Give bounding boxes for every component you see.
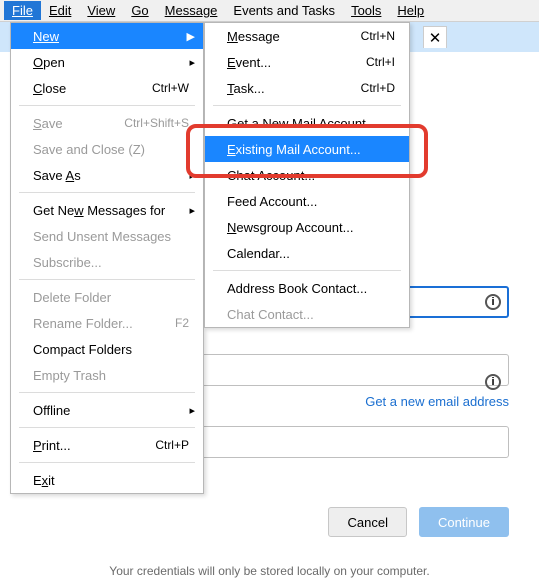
chevron-right-icon: ▸ — [189, 56, 195, 69]
file-offline[interactable]: Offline ▸ — [11, 397, 203, 423]
menubar: File Edit View Go Message Events and Tas… — [0, 0, 539, 22]
file-compact-folders[interactable]: Compact Folders — [11, 336, 203, 362]
chevron-right-icon: ▸ — [189, 404, 195, 417]
file-save-as[interactable]: Save As ▸ — [11, 162, 203, 188]
menu-edit[interactable]: Edit — [41, 1, 79, 20]
file-empty-trash: Empty Trash — [11, 362, 203, 388]
footer-text: Your credentials will only be stored loc… — [0, 564, 539, 578]
new-chat-contact: Chat Contact... — [205, 301, 409, 327]
file-close[interactable]: Close Ctrl+W — [11, 75, 203, 101]
separator — [19, 462, 195, 463]
separator — [19, 192, 195, 193]
info-icon[interactable]: i — [485, 374, 501, 390]
menu-go[interactable]: Go — [123, 1, 156, 20]
new-feed-account[interactable]: Feed Account... — [205, 188, 409, 214]
menu-view[interactable]: View — [79, 1, 123, 20]
file-get-new-messages[interactable]: Get New Messages for ▸ — [11, 197, 203, 223]
close-icon: ✕ — [429, 29, 442, 47]
menu-help[interactable]: Help — [389, 1, 432, 20]
file-rename-folder: Rename Folder... F2 — [11, 310, 203, 336]
new-existing-mail-account[interactable]: Existing Mail Account... — [205, 136, 409, 162]
new-event[interactable]: Event... Ctrl+I — [205, 49, 409, 75]
separator — [19, 392, 195, 393]
file-save-close: Save and Close (Z) — [11, 136, 203, 162]
separator — [19, 105, 195, 106]
file-dropdown: New ▶ Open ▸ Close Ctrl+W Save Ctrl+Shif… — [10, 22, 204, 494]
chevron-right-icon: ▸ — [189, 204, 195, 217]
new-message[interactable]: Message Ctrl+N — [205, 23, 409, 49]
file-delete-folder: Delete Folder — [11, 284, 203, 310]
separator — [213, 270, 401, 271]
menu-file[interactable]: File — [4, 1, 41, 20]
file-exit[interactable]: Exit — [11, 467, 203, 493]
separator — [19, 279, 195, 280]
chevron-right-icon: ▶ — [187, 30, 195, 43]
file-print[interactable]: Print... Ctrl+P — [11, 432, 203, 458]
file-subscribe: Subscribe... — [11, 249, 203, 275]
menu-tools[interactable]: Tools — [343, 1, 389, 20]
chevron-right-icon: ▸ — [189, 169, 195, 182]
menu-message[interactable]: Message — [157, 1, 226, 20]
new-submenu: Message Ctrl+N Event... Ctrl+I Task... C… — [204, 22, 410, 328]
file-send-unsent: Send Unsent Messages — [11, 223, 203, 249]
cancel-button[interactable]: Cancel — [328, 507, 406, 537]
new-address-book-contact[interactable]: Address Book Contact... — [205, 275, 409, 301]
new-get-mail-account[interactable]: Get a New Mail Account... — [205, 110, 409, 136]
new-chat-account[interactable]: Chat Account... — [205, 162, 409, 188]
new-task[interactable]: Task... Ctrl+D — [205, 75, 409, 101]
continue-button[interactable]: Continue — [419, 507, 509, 537]
file-open[interactable]: Open ▸ — [11, 49, 203, 75]
file-new[interactable]: New ▶ — [11, 23, 203, 49]
file-save: Save Ctrl+Shift+S — [11, 110, 203, 136]
separator — [213, 105, 401, 106]
info-icon[interactable]: i — [485, 294, 501, 310]
new-newsgroup-account[interactable]: Newsgroup Account... — [205, 214, 409, 240]
tab-close-button[interactable]: ✕ — [423, 26, 447, 48]
menu-events-tasks[interactable]: Events and Tasks — [225, 1, 343, 20]
new-calendar[interactable]: Calendar... — [205, 240, 409, 266]
separator — [19, 427, 195, 428]
button-row: Cancel Continue — [328, 507, 509, 537]
